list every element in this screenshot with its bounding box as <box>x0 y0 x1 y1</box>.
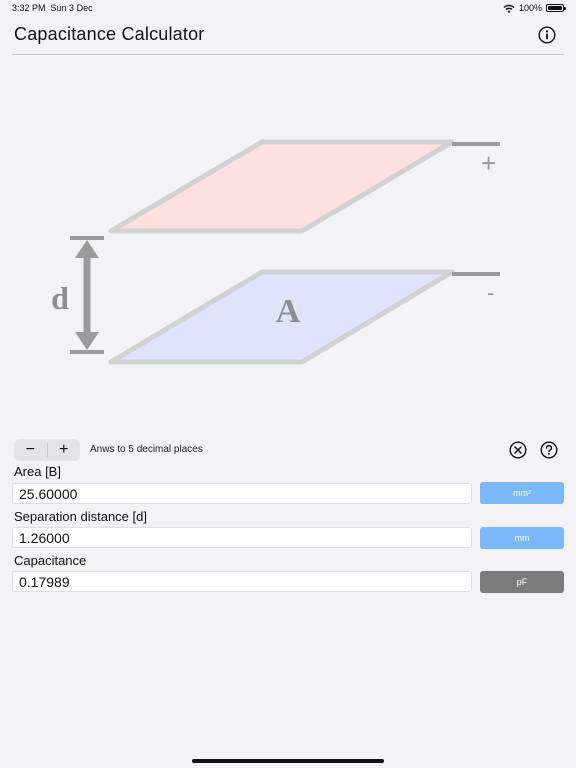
status-right: 100% <box>503 3 566 13</box>
status-bar: 3:32 PM Sun 3 Dec 100% <box>0 0 576 16</box>
separation-input[interactable] <box>12 527 472 548</box>
precision-stepper[interactable]: − + <box>14 439 80 461</box>
help-button[interactable] <box>540 441 558 459</box>
capacitance-label-text: Capacitance <box>14 553 87 568</box>
home-indicator[interactable] <box>192 759 384 763</box>
separation-label-text: Separation distance [d] <box>14 509 147 524</box>
decrement-button[interactable]: − <box>14 439 47 461</box>
page-title: Capacitance Calculator <box>14 24 205 44</box>
wifi-icon <box>503 4 515 13</box>
area-label: A <box>276 293 301 330</box>
precision-label: Anws to 5 decimal places <box>90 444 203 455</box>
clear-button[interactable] <box>509 441 527 459</box>
info-circle-icon <box>538 26 556 44</box>
area-input[interactable] <box>12 483 472 504</box>
status-time: 3:32 PM <box>12 3 46 13</box>
increment-button[interactable]: + <box>48 439 81 461</box>
capacitance-output[interactable] <box>12 571 472 592</box>
status-date: Sun 3 Dec <box>50 3 93 13</box>
capacitor-diagram: + - A d <box>51 139 500 365</box>
distance-arrow <box>70 236 104 354</box>
clear-circle-icon <box>509 441 527 459</box>
distance-label: d <box>51 280 69 316</box>
battery-icon <box>546 4 566 12</box>
top-plate <box>108 139 455 234</box>
plus-sign: + <box>481 148 496 178</box>
separation-unit-button[interactable]: mm <box>480 527 564 549</box>
minus-sign: - <box>487 280 494 305</box>
capacitance-unit-button[interactable]: pF <box>480 571 564 593</box>
area-unit-button[interactable]: mm² <box>480 482 564 504</box>
status-time-date: 3:32 PM Sun 3 Dec <box>12 3 93 13</box>
header-divider <box>12 54 564 55</box>
help-circle-icon <box>540 441 558 459</box>
battery-percent: 100% <box>518 3 542 13</box>
info-button[interactable] <box>538 26 556 44</box>
area-label-text: Area [B] <box>14 464 61 479</box>
